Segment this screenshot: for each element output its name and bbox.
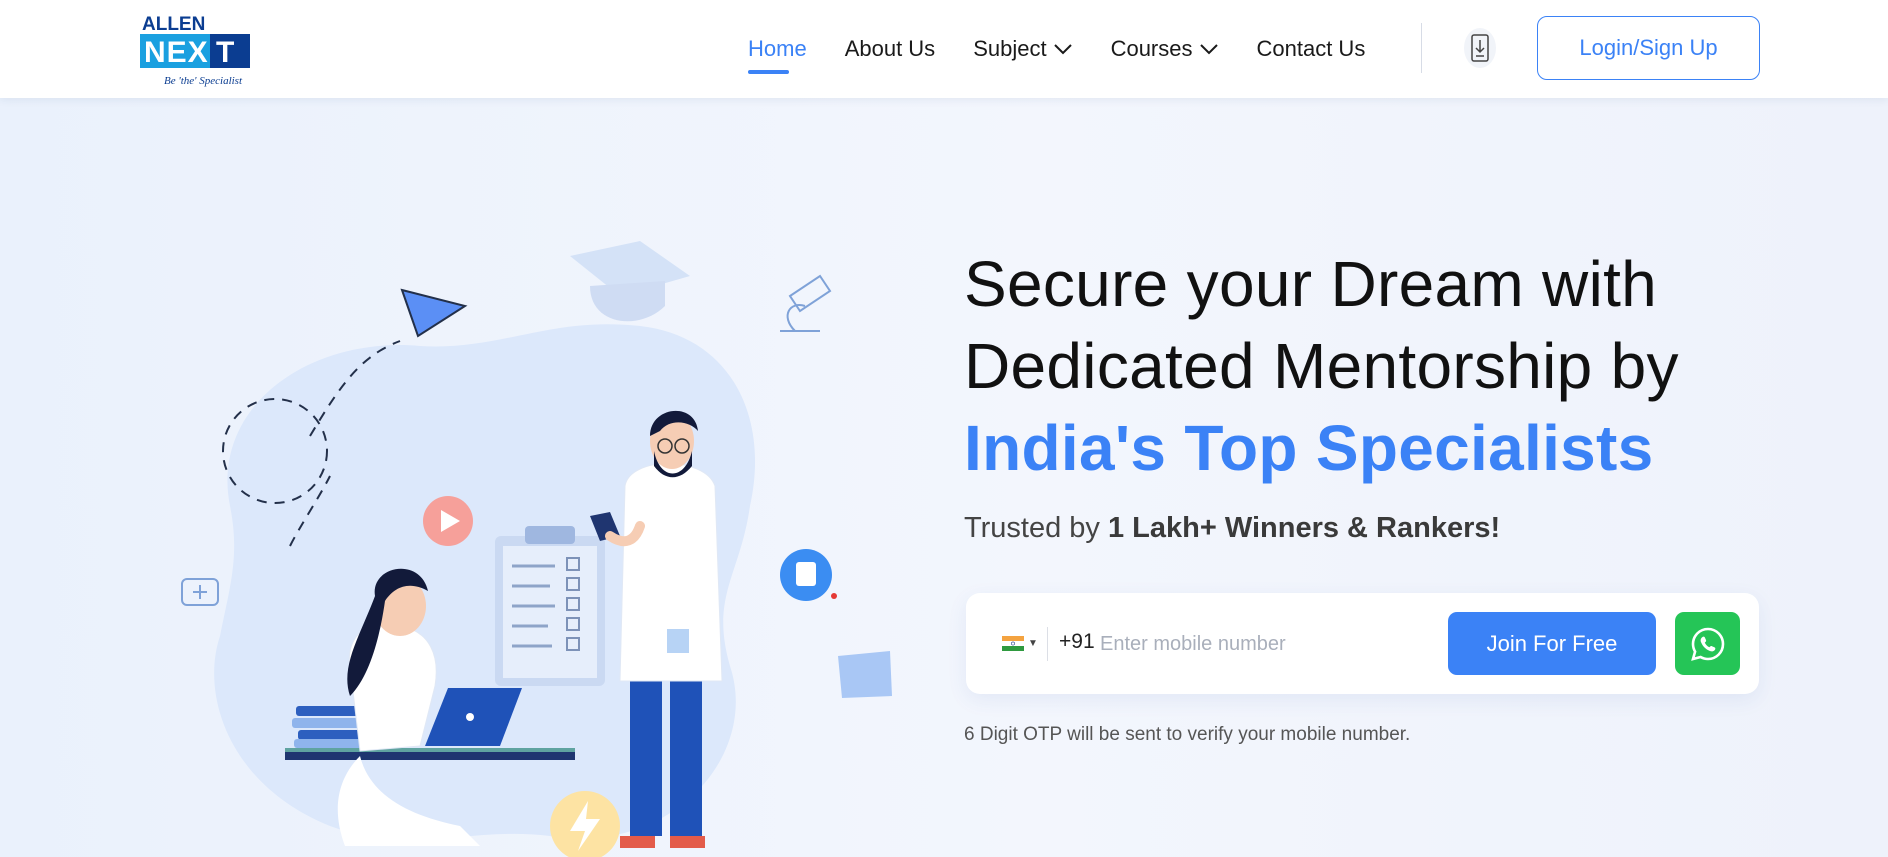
hero-headline: Secure your Dream with Dedicated Mentors… <box>964 243 1764 489</box>
chevron-down-icon <box>1053 44 1072 55</box>
trusted-text: Trusted by 1 Lakh+ Winners & Rankers! <box>964 512 1500 545</box>
nav-home[interactable]: Home <box>748 36 807 74</box>
trusted-count: 1 Lakh+ Winners & Rankers! <box>1107 512 1501 544</box>
login-signup-button[interactable]: Login/Sign Up <box>1537 16 1760 80</box>
join-for-free-button[interactable]: Join For Free <box>1448 612 1656 675</box>
hero-section: Secure your Dream with Dedicated Mentors… <box>0 98 1888 857</box>
nav-about-us[interactable]: About Us <box>845 36 936 62</box>
doctors-illustration <box>181 241 892 857</box>
logo-top-text: ALLEN <box>142 14 205 35</box>
nav-divider <box>1421 23 1422 73</box>
input-divider <box>1047 627 1048 661</box>
signup-form: ▼ +91 Join For Free <box>966 593 1759 694</box>
main-nav: Home About Us Subject Courses Contact Us <box>748 0 1403 98</box>
country-code: +91 <box>1059 630 1095 653</box>
nav-courses[interactable]: Courses <box>1111 36 1219 62</box>
whatsapp-icon <box>1690 627 1724 661</box>
download-app-icon <box>1471 34 1489 62</box>
country-dropdown-caret-icon[interactable]: ▼ <box>1028 638 1038 649</box>
download-app-button[interactable] <box>1464 28 1496 68</box>
logo-tagline: Be 'the' Specialist <box>164 75 243 87</box>
mobile-number-input[interactable] <box>1100 625 1430 663</box>
whatsapp-button[interactable] <box>1675 612 1740 675</box>
allen-next-logo[interactable]: ALLEN NEX T Be 'the' Specialist <box>140 10 252 88</box>
otp-note: 6 Digit OTP will be sent to verify your … <box>964 724 1411 745</box>
svg-text:NEX: NEX <box>144 36 209 69</box>
headline-highlight: India's Top Specialists <box>964 412 1654 484</box>
chevron-down-icon <box>1199 44 1218 55</box>
india-flag-icon[interactable] <box>1002 636 1024 651</box>
headline-line-1: Secure your Dream with <box>964 248 1658 320</box>
trusted-prefix: Trusted by <box>964 512 1108 544</box>
nav-contact-us[interactable]: Contact Us <box>1257 36 1366 62</box>
headline-line-2: Dedicated Mentorship by <box>964 330 1679 402</box>
nav-subject[interactable]: Subject <box>973 36 1072 62</box>
svg-text:T: T <box>216 36 234 69</box>
site-header: ALLEN NEX T Be 'the' Specialist Home Abo… <box>0 0 1888 98</box>
